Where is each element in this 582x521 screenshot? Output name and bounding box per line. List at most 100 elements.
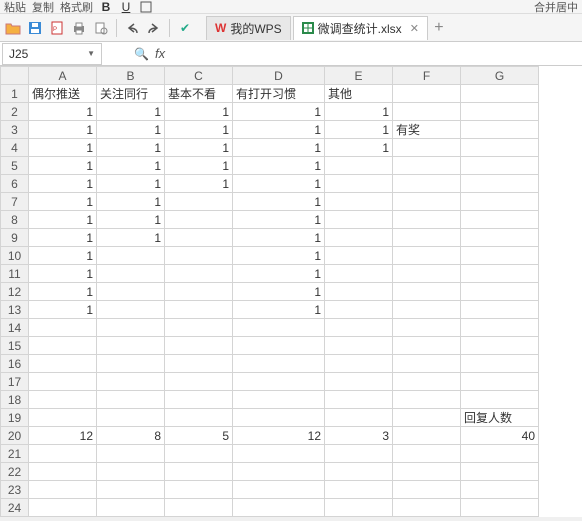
cell[interactable]: 1 <box>233 121 325 139</box>
underline-icon[interactable]: U <box>119 0 133 14</box>
cell[interactable] <box>325 265 393 283</box>
col-header-F[interactable]: F <box>393 67 461 85</box>
cell[interactable] <box>393 247 461 265</box>
cell[interactable] <box>29 499 97 517</box>
print-preview-icon[interactable] <box>92 19 110 37</box>
cell[interactable]: 1 <box>233 193 325 211</box>
cell[interactable] <box>165 247 233 265</box>
cell[interactable] <box>461 337 539 355</box>
cell[interactable] <box>29 445 97 463</box>
row-header-22[interactable]: 22 <box>1 463 29 481</box>
cell[interactable] <box>29 463 97 481</box>
cell[interactable]: 1 <box>97 139 165 157</box>
bold-icon[interactable]: B <box>99 0 113 14</box>
cell[interactable]: 1 <box>233 283 325 301</box>
cell[interactable]: 12 <box>29 427 97 445</box>
cell[interactable] <box>461 229 539 247</box>
cell[interactable]: 1 <box>29 229 97 247</box>
cell[interactable] <box>29 355 97 373</box>
redo-icon[interactable] <box>145 19 163 37</box>
cell[interactable] <box>165 409 233 427</box>
cell[interactable] <box>97 445 165 463</box>
cell[interactable] <box>233 409 325 427</box>
cell[interactable] <box>325 373 393 391</box>
cell[interactable] <box>325 247 393 265</box>
cell[interactable]: 1 <box>233 247 325 265</box>
cell[interactable]: 1 <box>233 157 325 175</box>
border-icon[interactable] <box>139 0 153 14</box>
cell[interactable] <box>233 391 325 409</box>
cell[interactable] <box>165 211 233 229</box>
row-header-6[interactable]: 6 <box>1 175 29 193</box>
row-header-17[interactable]: 17 <box>1 373 29 391</box>
cell[interactable] <box>97 301 165 319</box>
cell[interactable]: 1 <box>165 103 233 121</box>
cell[interactable] <box>29 409 97 427</box>
cell[interactable]: 1 <box>233 301 325 319</box>
row-header-19[interactable]: 19 <box>1 409 29 427</box>
cell[interactable]: 1 <box>233 139 325 157</box>
cell[interactable]: 回复人数 <box>461 409 539 427</box>
cell[interactable] <box>461 319 539 337</box>
cell[interactable] <box>165 373 233 391</box>
cell[interactable] <box>461 463 539 481</box>
cell[interactable]: 1 <box>29 211 97 229</box>
cell[interactable] <box>325 301 393 319</box>
cell[interactable]: 1 <box>97 121 165 139</box>
cell[interactable] <box>393 157 461 175</box>
row-header-14[interactable]: 14 <box>1 319 29 337</box>
cell[interactable]: 1 <box>165 175 233 193</box>
cell[interactable] <box>165 391 233 409</box>
cell[interactable] <box>165 319 233 337</box>
row-header-8[interactable]: 8 <box>1 211 29 229</box>
cell[interactable]: 1 <box>29 247 97 265</box>
export-pdf-icon[interactable]: P <box>48 19 66 37</box>
cell[interactable] <box>461 373 539 391</box>
row-header-13[interactable]: 13 <box>1 301 29 319</box>
cell[interactable] <box>165 265 233 283</box>
cell[interactable] <box>233 373 325 391</box>
row-header-24[interactable]: 24 <box>1 499 29 517</box>
cell[interactable] <box>165 193 233 211</box>
cell[interactable] <box>461 121 539 139</box>
col-header-A[interactable]: A <box>29 67 97 85</box>
cell[interactable] <box>325 481 393 499</box>
cell[interactable] <box>393 319 461 337</box>
cell[interactable] <box>97 337 165 355</box>
cell[interactable]: 40 <box>461 427 539 445</box>
cell[interactable] <box>393 193 461 211</box>
col-header-E[interactable]: E <box>325 67 393 85</box>
cell[interactable] <box>461 283 539 301</box>
cell[interactable] <box>165 229 233 247</box>
cell[interactable]: 有打开习惯 <box>233 85 325 103</box>
cell[interactable] <box>325 319 393 337</box>
cell[interactable] <box>233 463 325 481</box>
cell[interactable]: 1 <box>97 193 165 211</box>
cell[interactable] <box>233 481 325 499</box>
cell[interactable] <box>233 499 325 517</box>
row-header-4[interactable]: 4 <box>1 139 29 157</box>
cell[interactable]: 1 <box>233 211 325 229</box>
col-header-C[interactable]: C <box>165 67 233 85</box>
cell[interactable] <box>325 157 393 175</box>
cell[interactable]: 1 <box>29 193 97 211</box>
cell[interactable]: 关注同行 <box>97 85 165 103</box>
cell[interactable] <box>325 283 393 301</box>
cell[interactable] <box>325 211 393 229</box>
row-header-9[interactable]: 9 <box>1 229 29 247</box>
cell[interactable]: 1 <box>29 283 97 301</box>
row-header-12[interactable]: 12 <box>1 283 29 301</box>
cell[interactable] <box>461 139 539 157</box>
cell[interactable]: 1 <box>29 139 97 157</box>
cell[interactable]: 1 <box>325 103 393 121</box>
cell[interactable] <box>325 391 393 409</box>
print-icon[interactable] <box>70 19 88 37</box>
cell[interactable] <box>461 355 539 373</box>
tab-spreadsheet[interactable]: 微调查统计.xlsx ✕ <box>293 16 428 40</box>
cell[interactable] <box>165 355 233 373</box>
cell[interactable] <box>325 175 393 193</box>
cell[interactable] <box>233 355 325 373</box>
cell[interactable] <box>165 445 233 463</box>
cell[interactable] <box>97 373 165 391</box>
cell[interactable] <box>165 283 233 301</box>
